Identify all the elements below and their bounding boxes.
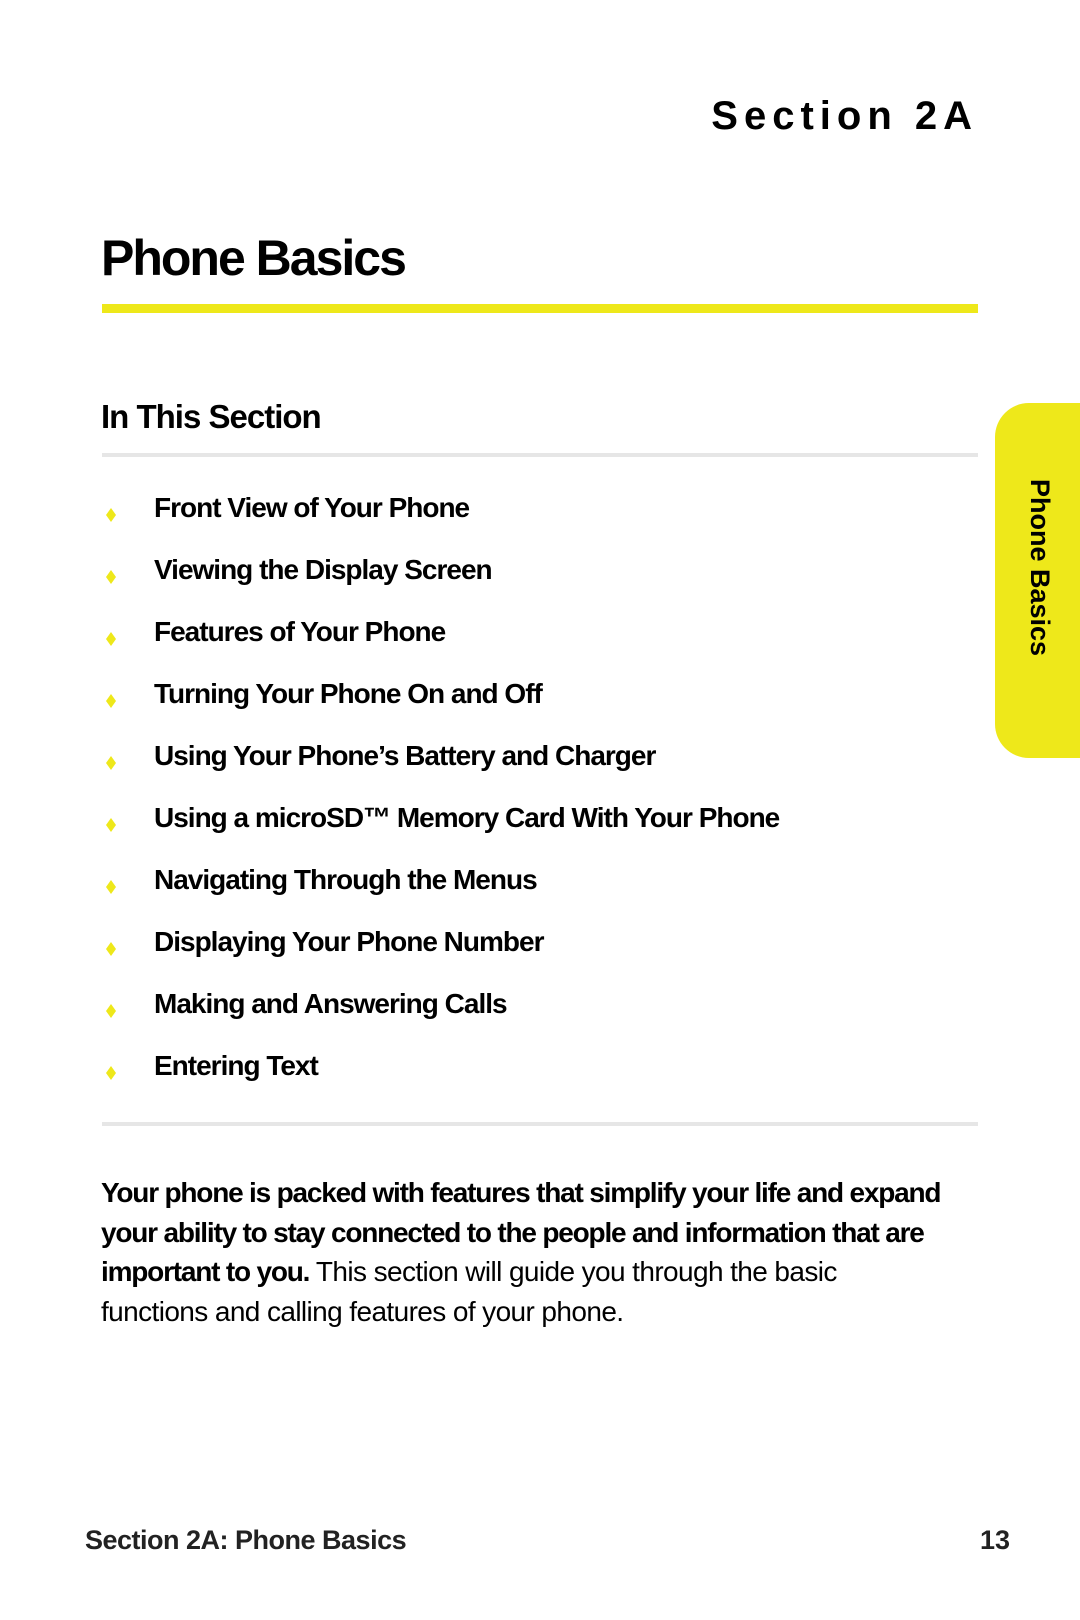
side-tab-label: Phone Basics <box>1025 479 1055 657</box>
yellow-diamond-icon <box>106 508 116 522</box>
footer-section-reference: Section 2A: Phone Basics <box>85 1525 407 1555</box>
yellow-diamond-icon <box>106 694 116 708</box>
side-tab-phone-basics[interactable]: Phone Basics <box>995 403 1080 758</box>
yellow-diamond-icon <box>106 942 116 956</box>
yellow-diamond-icon <box>106 1004 116 1018</box>
list-item-label: Making and Answering Calls <box>154 988 508 1019</box>
list-item-label: Front View of Your Phone <box>154 492 470 523</box>
intro-paragraph: Your phone is packed with features that … <box>101 1173 942 1331</box>
yellow-diamond-icon <box>106 570 116 584</box>
in-this-section-heading: In This Section <box>101 398 322 435</box>
yellow-diamond-icon <box>106 818 116 832</box>
divider-bottom <box>102 1122 978 1126</box>
yellow-diamond-icon <box>106 1066 116 1080</box>
list-item-label: Using a microSD™ Memory Card With Your P… <box>154 802 780 833</box>
page-title: Phone Basics <box>101 230 407 286</box>
divider-top <box>102 453 978 457</box>
list-item-label: Using Your Phone’s Battery and Charger <box>154 740 656 771</box>
yellow-diamond-icon <box>106 756 116 770</box>
list-item-label: Displaying Your Phone Number <box>154 926 544 957</box>
section-label: Section 2A <box>711 94 978 138</box>
title-underline-yellow <box>102 304 978 313</box>
yellow-diamond-icon <box>106 632 116 646</box>
list-item-label: Features of Your Phone <box>154 616 446 647</box>
list-item-label: Viewing the Display Screen <box>154 554 493 585</box>
list-item-label: Entering Text <box>154 1050 319 1081</box>
list-item-label: Turning Your Phone On and Off <box>154 678 543 709</box>
yellow-diamond-icon <box>106 880 116 894</box>
list-item-label: Navigating Through the Menus <box>154 864 538 895</box>
page-number: 13 <box>979 1525 1010 1555</box>
